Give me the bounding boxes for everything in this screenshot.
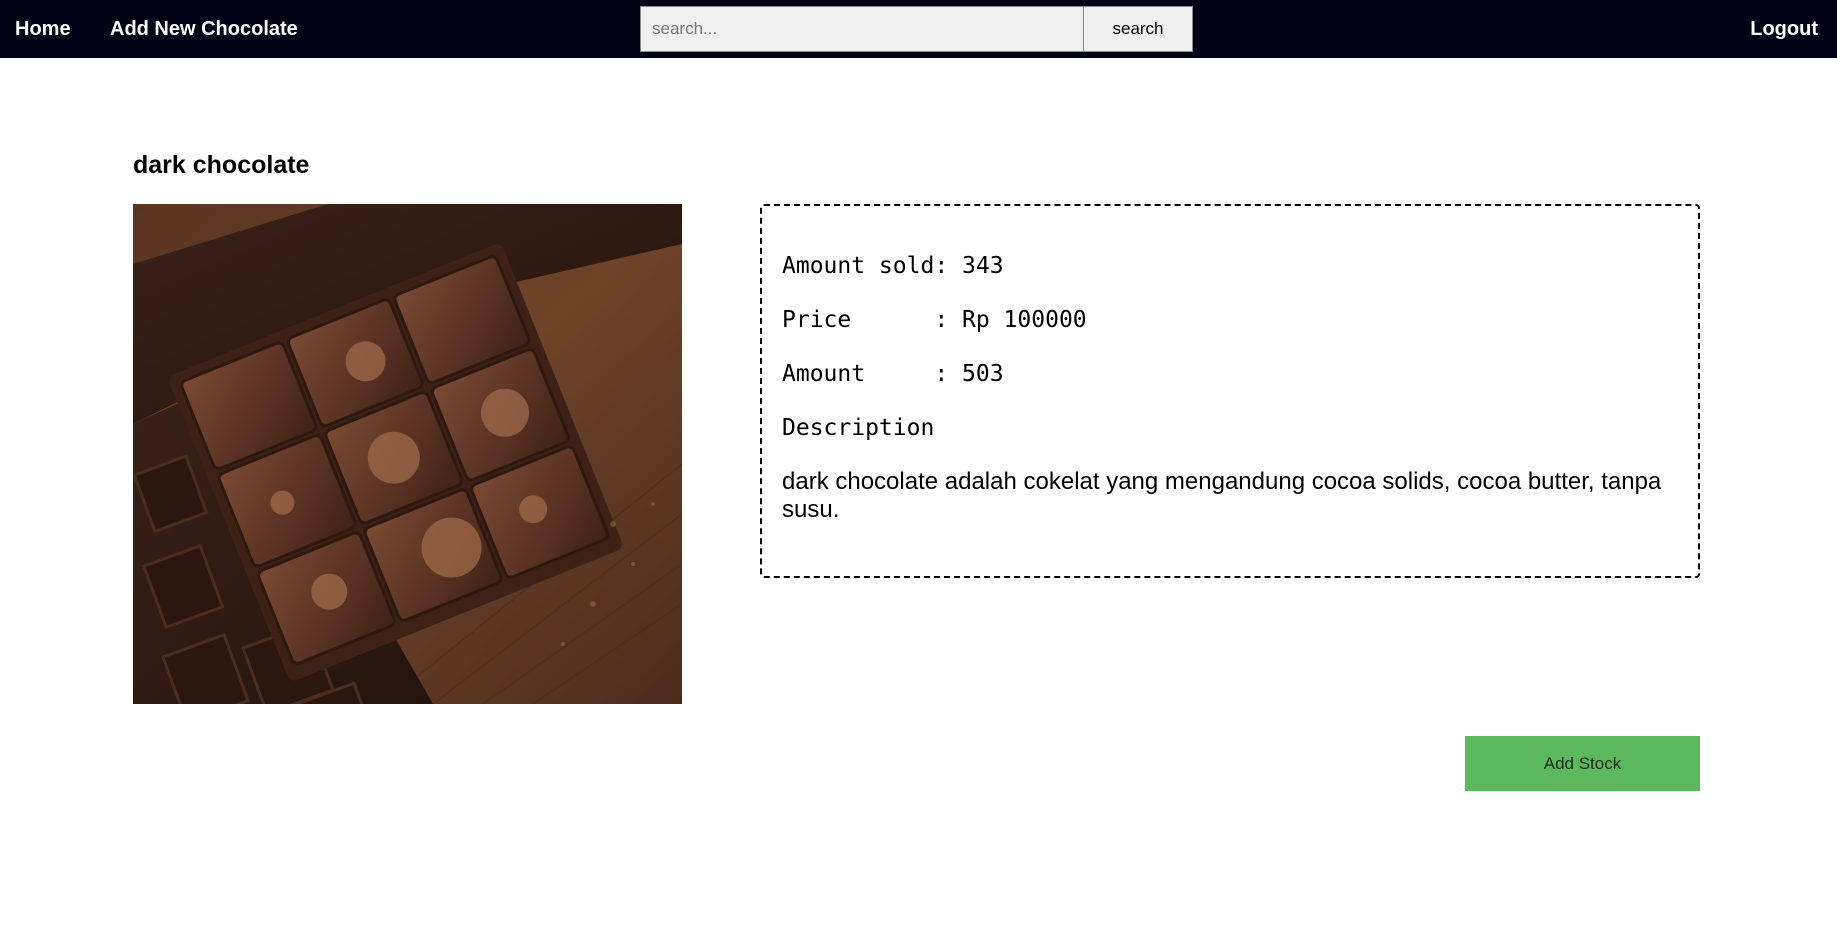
- chocolate-bar-photo: [133, 204, 682, 704]
- search-button[interactable]: search: [1083, 6, 1193, 52]
- price-text: Price : Rp 100000: [782, 307, 1087, 333]
- description-text: dark chocolate adalah cokelat yang menga…: [782, 468, 1662, 523]
- search-input[interactable]: [640, 6, 1083, 52]
- add-stock-button[interactable]: Add Stock: [1465, 736, 1700, 791]
- product-image: [133, 204, 682, 704]
- nav-logout-link[interactable]: Logout: [1750, 17, 1818, 41]
- product-info-box: Amount sold: 343 Price : Rp 100000 Amoun…: [760, 204, 1700, 578]
- description-label: Description: [782, 415, 935, 441]
- amount-sold-text: Amount sold: 343: [782, 253, 1004, 279]
- nav-add-chocolate-link[interactable]: Add New Chocolate: [110, 17, 298, 41]
- amount-text: Amount : 503: [782, 361, 1004, 387]
- product-title: dark chocolate: [133, 151, 310, 179]
- top-navbar: Home Add New Chocolate search Logout: [0, 0, 1837, 58]
- nav-home-link[interactable]: Home: [15, 17, 71, 41]
